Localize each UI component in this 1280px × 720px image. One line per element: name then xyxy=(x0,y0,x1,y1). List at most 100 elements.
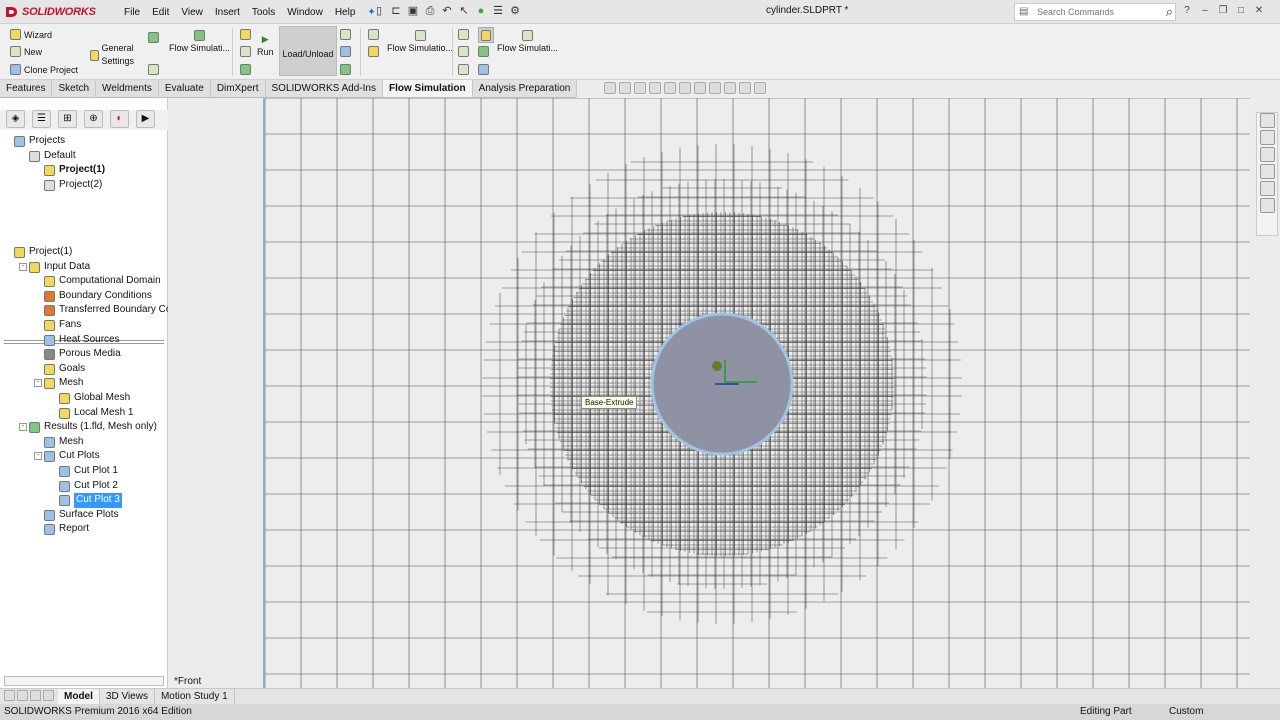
tree-item[interactable]: Computational Domain xyxy=(0,274,168,289)
last-tab-icon[interactable] xyxy=(43,689,54,701)
display-icon-2[interactable] xyxy=(458,46,469,57)
tab-3d-views[interactable]: 3D Views xyxy=(100,689,155,704)
tree-item[interactable]: Project(1) xyxy=(0,245,168,260)
select-icon[interactable]: ↖ xyxy=(457,4,471,18)
display-manager-tab-icon[interactable]: ◐ xyxy=(110,110,129,128)
new-document-icon[interactable]: ▯ xyxy=(372,4,386,18)
restore-icon[interactable]: ❐ xyxy=(1216,3,1230,19)
next-tab-icon[interactable] xyxy=(30,689,41,701)
property-manager-tab-icon[interactable]: ☰ xyxy=(32,110,51,128)
tree-item[interactable]: Project(1) xyxy=(0,163,168,178)
options-icon[interactable]: ⚙ xyxy=(508,4,522,18)
menu-window[interactable]: Window xyxy=(281,7,329,18)
tree-item[interactable]: Fans xyxy=(0,318,168,333)
flow-simulation-tab-icon[interactable]: ▶ xyxy=(136,110,155,128)
tree-item[interactable]: Goals xyxy=(0,362,168,377)
undo-icon[interactable]: ↶ xyxy=(440,4,454,18)
menu-file[interactable]: File xyxy=(118,7,146,18)
edit-appearance-icon[interactable] xyxy=(724,82,736,94)
minimize-icon[interactable]: – xyxy=(1198,3,1212,19)
first-tab-icon[interactable] xyxy=(4,689,15,701)
view-orientation-icon[interactable] xyxy=(679,82,691,94)
file-properties-icon[interactable]: ☰ xyxy=(491,4,505,18)
solidworks-logo[interactable]: SOLIDWORKS xyxy=(4,2,96,22)
cut-plot-tool-icon[interactable] xyxy=(368,29,379,40)
lamp-icon[interactable] xyxy=(478,27,494,43)
custom-properties-icon[interactable] xyxy=(1259,198,1275,213)
dynamic-annotation-icon[interactable] xyxy=(664,82,676,94)
load-unload-button[interactable]: Load/Unload xyxy=(279,26,337,76)
tree-item[interactable]: Global Mesh xyxy=(0,391,168,406)
tree-item[interactable]: Surface Plots xyxy=(0,508,168,523)
hide-show-icon[interactable] xyxy=(709,82,721,94)
tree-item[interactable]: - Input Data xyxy=(0,260,168,275)
tab-features[interactable]: Features xyxy=(0,80,53,97)
home-icon[interactable] xyxy=(1259,113,1275,128)
clone-goal-icon[interactable] xyxy=(240,46,251,57)
tree-item[interactable]: Default xyxy=(0,149,168,164)
dimxpert-manager-tab-icon[interactable]: ⊕ xyxy=(84,110,103,128)
tree-item[interactable]: Report xyxy=(0,522,168,537)
tree-item[interactable]: Cut Plot 3 xyxy=(0,493,168,508)
file-explorer-icon[interactable] xyxy=(1259,147,1275,162)
tree-item[interactable]: Heat Sources xyxy=(0,333,168,348)
configuration-manager-tab-icon[interactable]: ⊞ xyxy=(58,110,77,128)
maximize-icon[interactable]: □ xyxy=(1234,3,1248,19)
view-settings-icon[interactable] xyxy=(754,82,766,94)
section-view-icon[interactable] xyxy=(649,82,661,94)
display-style-icon[interactable] xyxy=(694,82,706,94)
flow-simulation-dropdown-2[interactable]: Flow Simulatio... xyxy=(387,30,453,53)
tab-evaluate[interactable]: Evaluate xyxy=(159,80,211,97)
display-icon-4[interactable] xyxy=(458,64,469,75)
tab-model[interactable]: Model xyxy=(58,689,100,704)
tree-item[interactable]: Cut Plot 2 xyxy=(0,479,168,494)
tree-item[interactable]: Cut Plot 1 xyxy=(0,464,168,479)
tree-item[interactable]: - Mesh xyxy=(0,376,168,391)
zoom-fit-icon[interactable] xyxy=(604,82,616,94)
view-palette-icon[interactable] xyxy=(1259,164,1275,179)
new-project-button[interactable]: New xyxy=(10,46,42,57)
feature-manager-tab-icon[interactable]: ◈ xyxy=(6,110,25,128)
tree-item[interactable]: Transferred Boundary Con xyxy=(0,303,168,318)
run-button[interactable]: ▶ Run xyxy=(257,34,274,57)
collapse-toggle-icon[interactable]: - xyxy=(19,423,27,432)
results-icon-2[interactable] xyxy=(340,46,351,57)
appearances-icon[interactable] xyxy=(1259,181,1275,196)
zoom-area-icon[interactable] xyxy=(619,82,631,94)
menu-edit[interactable]: Edit xyxy=(146,7,175,18)
mesh-tool-icon[interactable] xyxy=(148,32,159,43)
save-icon[interactable]: ▣ xyxy=(406,4,420,18)
tree-item[interactable]: Local Mesh 1 xyxy=(0,406,168,421)
tree-horizontal-scrollbar[interactable] xyxy=(4,676,164,686)
tab-analysis-preparation[interactable]: Analysis Preparation xyxy=(473,80,578,97)
general-settings-button[interactable]: General Settings xyxy=(90,42,150,68)
collapse-toggle-icon[interactable]: - xyxy=(34,452,42,461)
tab-dimxpert[interactable]: DimXpert xyxy=(211,80,266,97)
menu-view[interactable]: View xyxy=(175,7,209,18)
settings-tool-icon[interactable] xyxy=(148,64,159,75)
tab-sketch[interactable]: Sketch xyxy=(52,80,97,97)
menu-tools[interactable]: Tools xyxy=(246,7,281,18)
clone-project-button[interactable]: Clone Project xyxy=(10,64,78,75)
previous-view-icon[interactable] xyxy=(634,82,646,94)
flow-simulation-dropdown-1[interactable]: Flow Simulati... xyxy=(169,30,230,53)
flow-simulation-dropdown-3[interactable]: Flow Simulati... xyxy=(497,30,558,53)
menu-insert[interactable]: Insert xyxy=(209,7,246,18)
tree-item[interactable]: Projects xyxy=(0,134,168,149)
design-library-icon[interactable] xyxy=(1259,130,1275,145)
menu-help[interactable]: Help xyxy=(329,7,362,18)
tab-flow-simulation[interactable]: Flow Simulation xyxy=(382,80,473,97)
search-commands[interactable]: ▤ ⌕ xyxy=(1014,3,1176,21)
new-goal-icon[interactable] xyxy=(240,29,251,40)
display-icon-3[interactable] xyxy=(478,46,489,57)
search-scope-icon[interactable]: ▤ xyxy=(1019,6,1033,18)
open-icon[interactable]: ⊏ xyxy=(389,4,403,18)
print-icon[interactable]: ⎙ xyxy=(423,4,437,18)
collapse-toggle-icon[interactable]: - xyxy=(34,379,42,388)
status-units[interactable]: Custom xyxy=(1169,706,1203,717)
help-icon[interactable]: ? xyxy=(1180,3,1194,19)
surface-plot-tool-icon[interactable] xyxy=(368,46,379,57)
search-input[interactable] xyxy=(1037,7,1147,17)
tree-item[interactable]: - Cut Plots xyxy=(0,449,168,464)
graphics-area[interactable]: Base-Extrude xyxy=(263,98,1250,688)
